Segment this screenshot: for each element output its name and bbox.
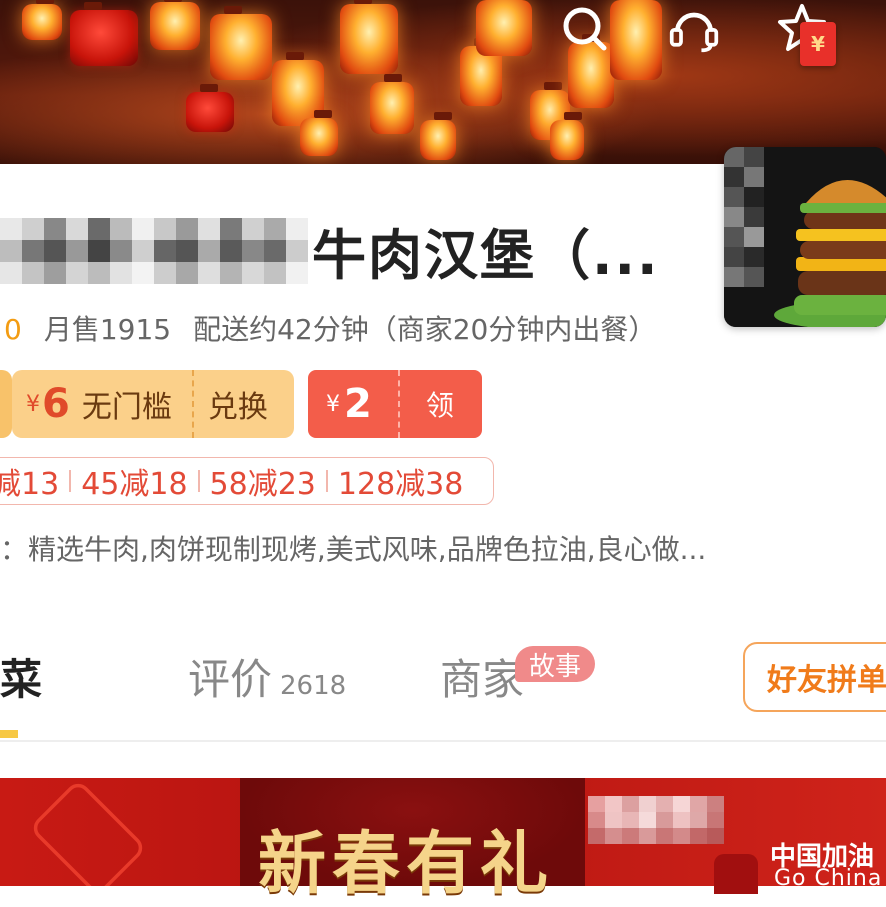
promo-slogan-en: Go China [774,866,883,891]
coupon-amount: 6 [42,381,70,427]
exchange-coupon[interactable]: ¥ 6 无门槛 兑换 [12,370,294,438]
lantern-decor [476,0,532,56]
lantern-decor [420,112,456,160]
tab-reviews-label: 评价 [188,655,273,704]
monthly-sales: 月售1915 [43,313,172,346]
lantern-decor [70,2,138,66]
lantern-decor [550,112,584,160]
review-count: 2618 [280,671,347,701]
exchange-button[interactable]: 兑换 [208,382,268,426]
discount-tag: 128减38 [337,467,464,502]
discount-tag: 减13 [0,467,60,502]
story-badge: 故事 [515,646,595,682]
delivery-time: 配送约42分钟（商家20分钟内出餐） [193,313,657,346]
claim-button[interactable]: 领 [426,384,454,424]
lantern-decor [370,74,414,134]
customer-service-icon[interactable] [668,2,720,54]
promo-title: 新春有礼 [258,824,555,904]
lantern-decor [210,6,272,80]
discount-tag: 58减23 [209,467,316,502]
tab-reviews[interactable]: 评价 2618 [188,646,346,707]
discount-tag: 45减18 [81,467,188,502]
lantern-decor [150,0,200,50]
lantern-decor [22,0,62,40]
claim-coupon[interactable]: ¥ 2 领 [308,370,482,438]
store-rating: 0 [4,313,22,346]
coupon-amount: 2 [344,381,372,427]
lantern-decor [610,0,662,80]
pixelated-redacted-name [0,218,308,284]
store-notice[interactable]: ：精选牛肉,肉饼现制现烤,美式风味,品牌色拉油,良心做... [0,528,706,568]
lantern-decor [186,84,234,132]
bottle-decor [714,854,758,894]
store-name-text: 牛肉汉堡（... [312,223,660,287]
coupon-stub [0,370,12,438]
chinese-knot-decor [28,778,148,886]
active-tab-indicator [0,730,18,738]
lantern-decor [340,0,398,74]
discount-tags[interactable]: 减13 45减18 58减23 128减38 [0,457,494,505]
tab-dishes[interactable]: 菜 [0,646,42,707]
store-meta-row: 0 月售1915 配送约42分钟（商家20分钟内出餐） [4,308,656,348]
red-packet-symbol: ¥ [811,32,825,56]
tab-merchant[interactable]: 商家 [440,646,524,707]
store-logo [724,147,886,327]
logo-pixelated-region [724,147,764,287]
search-icon[interactable] [558,2,610,54]
tabs-divider [0,740,886,742]
coupon-desc: 无门槛 [81,390,172,425]
lantern-decor [300,110,338,156]
coupon-currency: ¥ [326,391,340,417]
pixelated-region [588,796,724,844]
red-packet-icon[interactable]: ¥ [800,22,836,66]
store-name: 牛肉汉堡（... [0,210,660,290]
coupon-currency: ¥ [26,391,40,417]
group-order-button[interactable]: 好友拼单 [743,642,886,712]
